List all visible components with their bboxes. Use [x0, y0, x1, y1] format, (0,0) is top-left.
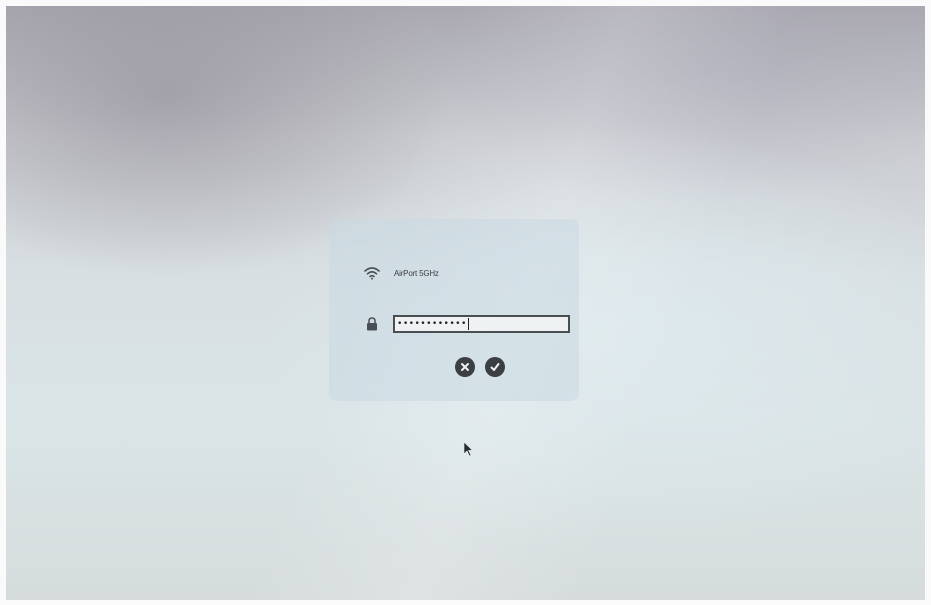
wifi-login-panel [329, 219, 579, 401]
password-input[interactable]: •••••••••••• [393, 315, 570, 333]
wifi-icon [364, 267, 380, 280]
network-row[interactable]: AirPort 5GHz [364, 264, 439, 282]
action-buttons [455, 357, 505, 377]
mouse-pointer-icon [463, 441, 473, 457]
close-icon [461, 363, 469, 371]
lock-icon [367, 317, 377, 331]
confirm-button[interactable] [485, 357, 505, 377]
checkmark-icon [490, 363, 500, 371]
password-masked-value: •••••••••••• [397, 319, 467, 329]
network-name: AirPort 5GHz [394, 268, 439, 278]
password-row: •••••••••••• [366, 313, 570, 335]
cancel-button[interactable] [455, 357, 475, 377]
photo-frame: AirPort 5GHz •••••••••••• [0, 0, 931, 605]
text-caret [467, 318, 469, 330]
